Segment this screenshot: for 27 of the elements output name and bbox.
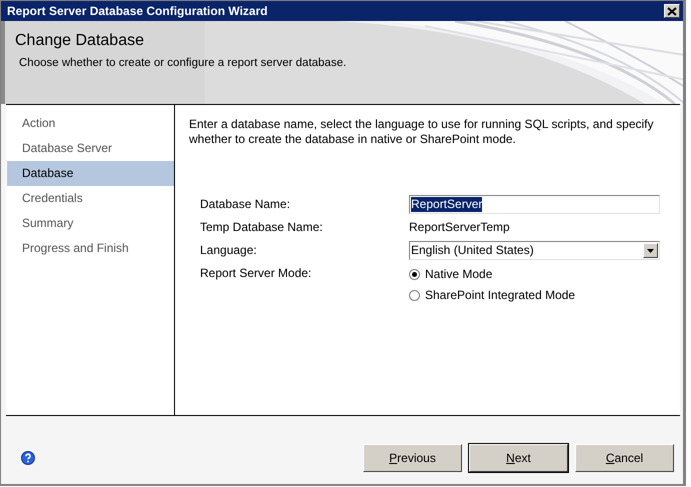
caret-icon <box>647 248 654 252</box>
input-field[interactable]: ReportServer <box>409 195 660 214</box>
wizard-step[interactable]: Progress and Finish <box>7 236 174 261</box>
field-label: Temp Database Name: <box>200 220 324 235</box>
wizard-step[interactable]: Database Server <box>7 136 174 161</box>
field-label: Report Server Mode: <box>200 265 312 280</box>
instructions-text: Enter a database name, select the language to use for running SQL scripts, and specify whether to create the database in native or SharePoint mode. <box>189 117 655 147</box>
page-subtitle: Choose whether to create or configure a report server database. <box>18 57 348 71</box>
radio-button[interactable] <box>409 268 420 280</box>
window-title: Report Server Database Configuration Wizard <box>7 4 268 18</box>
wizard-button[interactable]: Next <box>469 444 568 472</box>
dropdown[interactable]: English (United States) <box>409 241 660 260</box>
field-value: ReportServerTemp <box>409 220 510 235</box>
field-label: Language: <box>200 243 258 258</box>
field-label: Database Name: <box>200 197 292 212</box>
radio-button[interactable] <box>409 290 420 302</box>
radio-label[interactable]: SharePoint Integrated Mode <box>425 288 576 303</box>
wizard-step[interactable]: Action <box>7 111 174 136</box>
wizard-step[interactable]: Database <box>7 161 174 186</box>
page-title: Change Database <box>15 31 145 50</box>
wizard-step[interactable]: Credentials <box>7 186 174 211</box>
radio-label[interactable]: Native Mode <box>425 267 492 282</box>
help-icon[interactable] <box>21 451 35 465</box>
close-button[interactable] <box>664 4 680 18</box>
wizard-button[interactable]: Previous <box>363 444 462 472</box>
wizard-step[interactable]: Summary <box>7 211 174 236</box>
wizard-button[interactable]: Cancel <box>575 444 674 472</box>
